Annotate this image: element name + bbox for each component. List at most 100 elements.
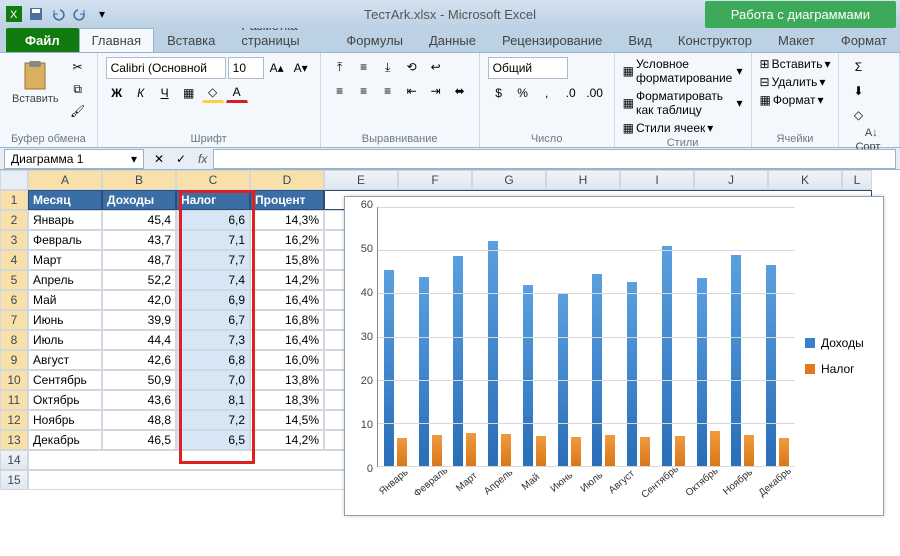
fx-icon[interactable]: fx: [192, 152, 213, 166]
row-header[interactable]: 10: [0, 370, 28, 390]
align-top-icon[interactable]: ⤒: [329, 57, 351, 77]
row-header[interactable]: 15: [0, 470, 28, 490]
bar-income[interactable]: [453, 256, 463, 466]
merge-icon[interactable]: ⬌: [449, 81, 471, 101]
row-header[interactable]: 7: [0, 310, 28, 330]
increase-font-icon[interactable]: A▴: [266, 58, 288, 78]
row-header[interactable]: 8: [0, 330, 28, 350]
font-size-select[interactable]: [228, 57, 264, 79]
bar-income[interactable]: [662, 246, 672, 466]
col-header[interactable]: J: [694, 170, 768, 190]
wrap-text-icon[interactable]: ↩: [425, 57, 447, 77]
col-header[interactable]: E: [324, 170, 398, 190]
qat-dropdown-icon[interactable]: ▾: [92, 4, 112, 24]
col-header[interactable]: H: [546, 170, 620, 190]
row-header[interactable]: 14: [0, 450, 28, 470]
decrease-indent-icon[interactable]: ⇤: [401, 81, 423, 101]
bar-income[interactable]: [592, 274, 602, 466]
bar-tax[interactable]: [640, 437, 650, 466]
col-header[interactable]: C: [176, 170, 250, 190]
row-header[interactable]: 11: [0, 390, 28, 410]
tab-home[interactable]: Главная: [79, 28, 154, 52]
delete-cells-button[interactable]: ⊟ Удалить ▾: [760, 75, 826, 89]
redo-icon[interactable]: [70, 4, 90, 24]
bar-tax[interactable]: [571, 437, 581, 466]
row-header[interactable]: 5: [0, 270, 28, 290]
col-header[interactable]: A: [28, 170, 102, 190]
align-left-icon[interactable]: ≡: [329, 81, 351, 101]
cancel-formula-icon[interactable]: ✕: [148, 149, 170, 169]
bar-income[interactable]: [766, 265, 776, 466]
tab-formulas[interactable]: Формулы: [333, 28, 416, 52]
currency-icon[interactable]: $: [488, 83, 510, 103]
name-box[interactable]: Диаграмма 1▾: [4, 149, 144, 169]
format-painter-icon[interactable]: 🖌: [67, 101, 89, 121]
bar-tax[interactable]: [744, 435, 754, 466]
copy-icon[interactable]: ⧉: [67, 79, 89, 99]
tab-design[interactable]: Конструктор: [665, 28, 765, 52]
tab-file[interactable]: Файл: [6, 28, 79, 52]
increase-indent-icon[interactable]: ⇥: [425, 81, 447, 101]
tab-view[interactable]: Вид: [615, 28, 665, 52]
align-middle-icon[interactable]: ≡: [353, 57, 375, 77]
bar-income[interactable]: [697, 278, 707, 466]
legend-item[interactable]: Доходы: [805, 336, 877, 350]
bar-income[interactable]: [731, 255, 741, 466]
legend-item[interactable]: Налог: [805, 362, 877, 376]
orientation-icon[interactable]: ⟲: [401, 57, 423, 77]
row-header[interactable]: 2: [0, 210, 28, 230]
clear-icon[interactable]: ◇: [847, 105, 869, 125]
col-header[interactable]: K: [768, 170, 842, 190]
font-name-select[interactable]: [106, 57, 226, 79]
increase-decimal-icon[interactable]: .0: [560, 83, 582, 103]
row-header[interactable]: 9: [0, 350, 28, 370]
chart-object[interactable]: 0102030405060 ЯнварьФевральМартАпрельМай…: [344, 196, 884, 516]
tab-review[interactable]: Рецензирование: [489, 28, 615, 52]
bold-button[interactable]: Ж: [106, 83, 128, 103]
chart-legend[interactable]: Доходы Налог: [799, 203, 877, 509]
excel-icon[interactable]: X: [4, 4, 24, 24]
fill-color-icon[interactable]: ◇: [202, 83, 224, 103]
bar-income[interactable]: [384, 270, 394, 466]
tab-format[interactable]: Формат: [828, 28, 900, 52]
autosum-icon[interactable]: Σ: [847, 57, 869, 77]
bar-tax[interactable]: [536, 436, 546, 466]
bar-tax[interactable]: [605, 435, 615, 467]
bar-tax[interactable]: [675, 436, 685, 466]
tab-insert[interactable]: Вставка: [154, 28, 228, 52]
bar-income[interactable]: [488, 241, 498, 466]
bar-tax[interactable]: [501, 434, 511, 466]
col-header[interactable]: G: [472, 170, 546, 190]
conditional-formatting-button[interactable]: ▦ Условное форматирование ▾: [623, 57, 743, 85]
bar-tax[interactable]: [779, 438, 789, 466]
border-icon[interactable]: ▦: [178, 83, 200, 103]
comma-icon[interactable]: ,: [536, 83, 558, 103]
bar-income[interactable]: [523, 285, 533, 466]
bar-tax[interactable]: [466, 433, 476, 466]
decrease-decimal-icon[interactable]: .00: [584, 83, 606, 103]
row-header[interactable]: 13: [0, 430, 28, 450]
bar-tax[interactable]: [432, 435, 442, 466]
bar-income[interactable]: [419, 277, 429, 466]
col-header[interactable]: D: [250, 170, 324, 190]
row-header[interactable]: 1: [0, 190, 28, 210]
row-header[interactable]: 6: [0, 290, 28, 310]
insert-cells-button[interactable]: ⊞ Вставить ▾: [760, 57, 831, 71]
decrease-font-icon[interactable]: A▾: [290, 58, 312, 78]
col-header[interactable]: B: [102, 170, 176, 190]
paste-button[interactable]: Вставить: [8, 57, 63, 107]
undo-icon[interactable]: [48, 4, 68, 24]
row-header[interactable]: 12: [0, 410, 28, 430]
accept-formula-icon[interactable]: ✓: [170, 149, 192, 169]
fill-icon[interactable]: ⬇: [847, 81, 869, 101]
select-all-corner[interactable]: [0, 170, 28, 190]
format-as-table-button[interactable]: ▦ Форматировать как таблицу ▾: [623, 89, 743, 117]
align-right-icon[interactable]: ≡: [377, 81, 399, 101]
bar-tax[interactable]: [397, 438, 407, 466]
col-header[interactable]: L: [842, 170, 872, 190]
worksheet[interactable]: A B C D E F G H I J K L 1 Месяц Доходы Н…: [0, 170, 900, 556]
font-color-icon[interactable]: A: [226, 83, 248, 103]
italic-button[interactable]: К: [130, 83, 152, 103]
save-icon[interactable]: [26, 4, 46, 24]
tab-data[interactable]: Данные: [416, 28, 489, 52]
